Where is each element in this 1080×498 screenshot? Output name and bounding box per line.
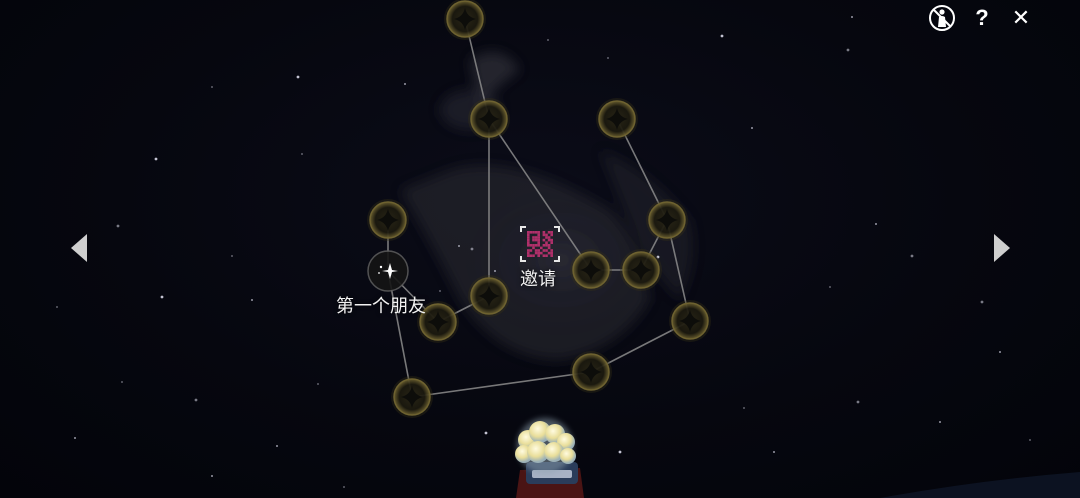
star-node[interactable] [570, 351, 612, 393]
help-icon: ? [975, 5, 989, 30]
first-friend-label: 第一个朋友 [336, 296, 426, 317]
star-node[interactable] [468, 98, 510, 140]
close-button[interactable]: ✕ [1007, 4, 1035, 32]
close-icon: ✕ [1011, 5, 1031, 30]
star-node[interactable] [444, 0, 486, 40]
star-node[interactable] [367, 199, 409, 241]
chevron-left-icon [71, 234, 87, 262]
next-page-button[interactable] [990, 230, 1014, 266]
ground-horizon [880, 472, 1080, 498]
star-node[interactable] [468, 275, 510, 317]
constellation-line [411, 371, 592, 398]
star-node[interactable] [620, 249, 662, 291]
star-node[interactable] [669, 300, 711, 342]
no-pose-person-icon [929, 5, 955, 31]
invite-label[interactable]: 邀请 [520, 265, 556, 291]
star-node[interactable] [570, 249, 612, 291]
first-friend-node[interactable] [367, 250, 409, 292]
player-character [515, 418, 584, 498]
constellation-scene [56, 0, 1080, 498]
previous-page-button[interactable] [67, 230, 91, 266]
help-button[interactable]: ? [968, 4, 996, 32]
chevron-right-icon [994, 234, 1010, 262]
star-node[interactable] [596, 98, 638, 140]
no-pose-button[interactable] [928, 4, 956, 32]
star-node[interactable] [391, 376, 433, 418]
star-node[interactable] [646, 199, 688, 241]
